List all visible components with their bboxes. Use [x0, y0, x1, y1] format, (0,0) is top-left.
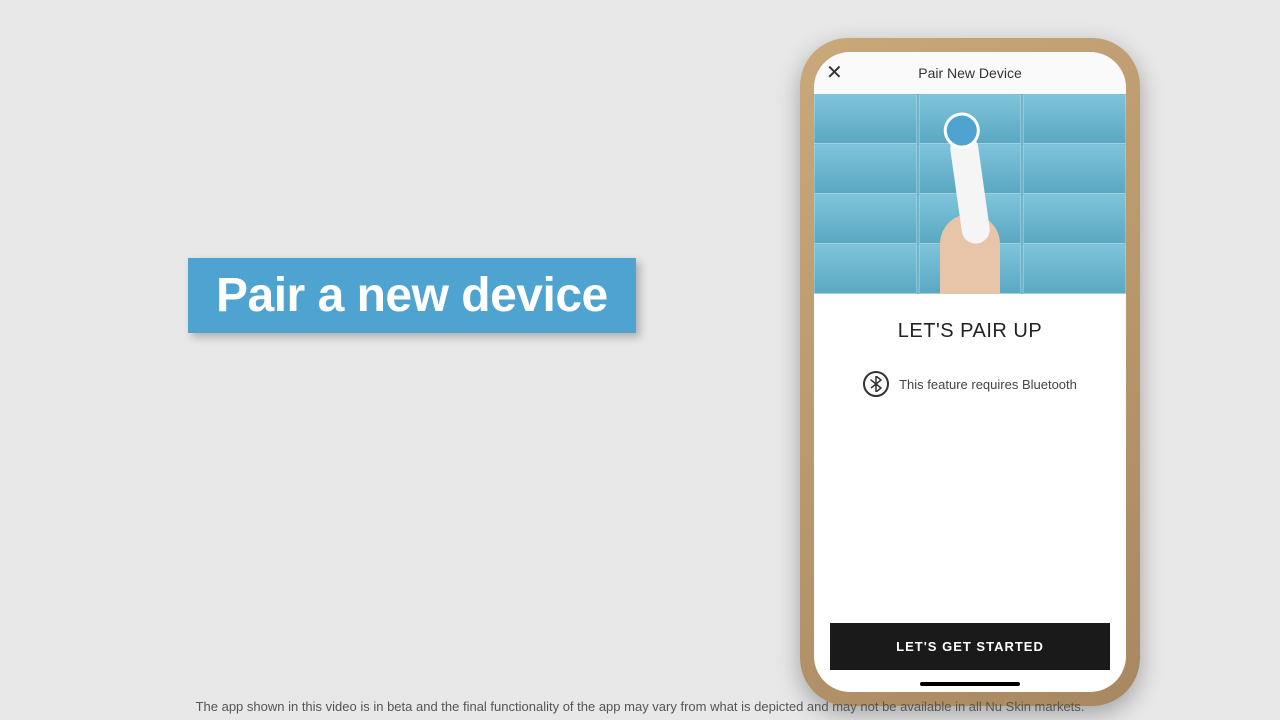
- get-started-button[interactable]: LET'S GET STARTED: [830, 623, 1110, 670]
- close-icon[interactable]: ✕: [826, 63, 843, 83]
- bluetooth-icon: [863, 371, 889, 397]
- bluetooth-requirement: This feature requires Bluetooth: [834, 371, 1106, 397]
- pair-heading: LET'S PAIR UP: [834, 320, 1106, 343]
- home-indicator[interactable]: [920, 682, 1020, 686]
- bluetooth-text: This feature requires Bluetooth: [899, 377, 1077, 392]
- hand-holding-device: [940, 214, 1000, 294]
- slide-title: Pair a new device: [188, 258, 636, 333]
- disclaimer-text: The app shown in this video is in beta a…: [0, 699, 1280, 714]
- hero-image: [814, 94, 1126, 294]
- phone-frame: ✕ Pair New Device LET'S PAIR UP: [800, 38, 1140, 706]
- content-area: LET'S PAIR UP This feature requires Blue…: [814, 294, 1126, 623]
- header-title: Pair New Device: [918, 65, 1021, 81]
- app-header: ✕ Pair New Device: [814, 52, 1126, 94]
- phone-screen: ✕ Pair New Device LET'S PAIR UP: [814, 52, 1126, 692]
